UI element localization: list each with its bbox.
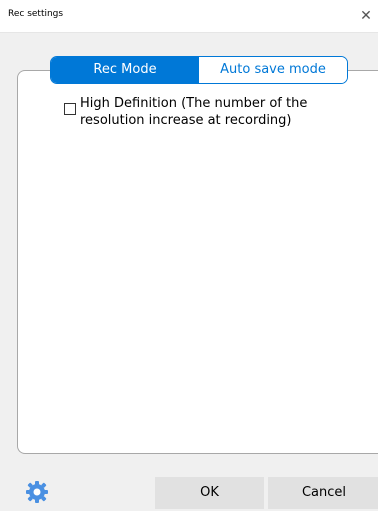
high-definition-label[interactable]: High Definition (The number of the resol… bbox=[80, 95, 325, 129]
ok-button[interactable]: OK bbox=[155, 477, 264, 509]
cancel-button[interactable]: Cancel bbox=[268, 477, 378, 509]
mode-tabs: Rec Mode Auto save mode bbox=[50, 56, 348, 84]
high-definition-checkbox[interactable] bbox=[64, 103, 76, 115]
gear-icon[interactable] bbox=[25, 480, 49, 504]
tab-rec-mode[interactable]: Rec Mode bbox=[51, 57, 199, 83]
title-bar: Rec settings ✕ bbox=[0, 0, 378, 33]
window-title: Rec settings bbox=[8, 9, 64, 19]
close-icon[interactable]: ✕ bbox=[356, 6, 376, 26]
tab-auto-save-mode[interactable]: Auto save mode bbox=[199, 57, 347, 83]
gear-icon-graphic bbox=[26, 481, 48, 503]
